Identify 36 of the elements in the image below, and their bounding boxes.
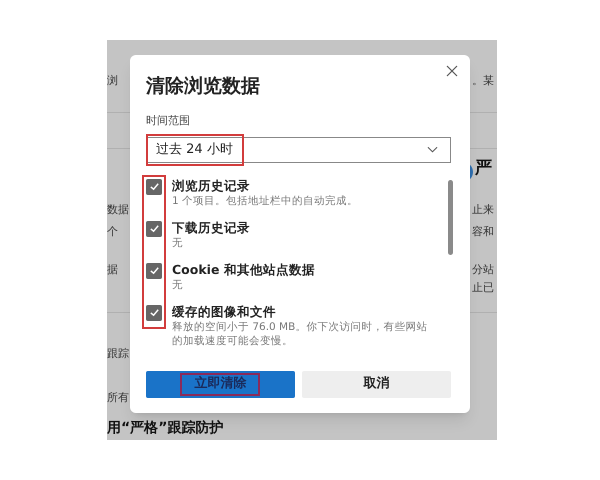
background-heading: 用“严格”跟踪防护 [107, 418, 224, 438]
checkbox[interactable] [146, 304, 162, 320]
background-text: 止已 [472, 280, 494, 296]
checkmark-icon [148, 307, 160, 318]
background-text: 止来 [472, 202, 494, 218]
cancel-button[interactable]: 取消 [302, 370, 451, 398]
option-label: 浏览历史记录 [172, 178, 251, 194]
time-range-label: 时间范围 [146, 113, 191, 129]
background-text: 所有 [107, 390, 129, 406]
option-detail: 1 个项目。包括地址栏中的自动完成。 [172, 194, 358, 208]
checkbox[interactable] [146, 220, 162, 236]
option-detail: 释放的空间小于 76.0 MB。你下次访问时，有些网站的加载速度可能会变慢。 [172, 320, 428, 348]
checkmark-icon [148, 265, 160, 276]
scrollbar[interactable] [448, 180, 453, 254]
option-label: Cookie 和其他站点数据 [172, 262, 315, 278]
background-text: 容和 [472, 224, 494, 240]
background-text: 分站 [472, 262, 494, 278]
option-label: 缓存的图像和文件 [172, 304, 277, 320]
option-detail: 无 [172, 236, 184, 250]
dropdown-value: 过去 24 小时 [156, 140, 233, 159]
close-button[interactable] [446, 65, 458, 77]
checkmark-icon [148, 223, 160, 234]
background-heading: 严 [475, 157, 492, 180]
background-text: 。某 [472, 73, 494, 89]
checkbox[interactable] [146, 178, 162, 194]
background-text: 浏 [107, 73, 118, 89]
option-label: 下载历史记录 [172, 220, 250, 236]
dialog-title: 清除浏览数据 [146, 74, 261, 99]
checkmark-icon [148, 181, 160, 192]
background-text: 数据 [107, 202, 129, 218]
background-text: 跟踪 [107, 346, 129, 362]
chevron-down-icon [427, 146, 438, 153]
background-text: 个 [107, 224, 118, 240]
option-detail: 无 [172, 278, 184, 292]
background-text: 据 [107, 262, 118, 278]
checkbox[interactable] [146, 262, 162, 278]
